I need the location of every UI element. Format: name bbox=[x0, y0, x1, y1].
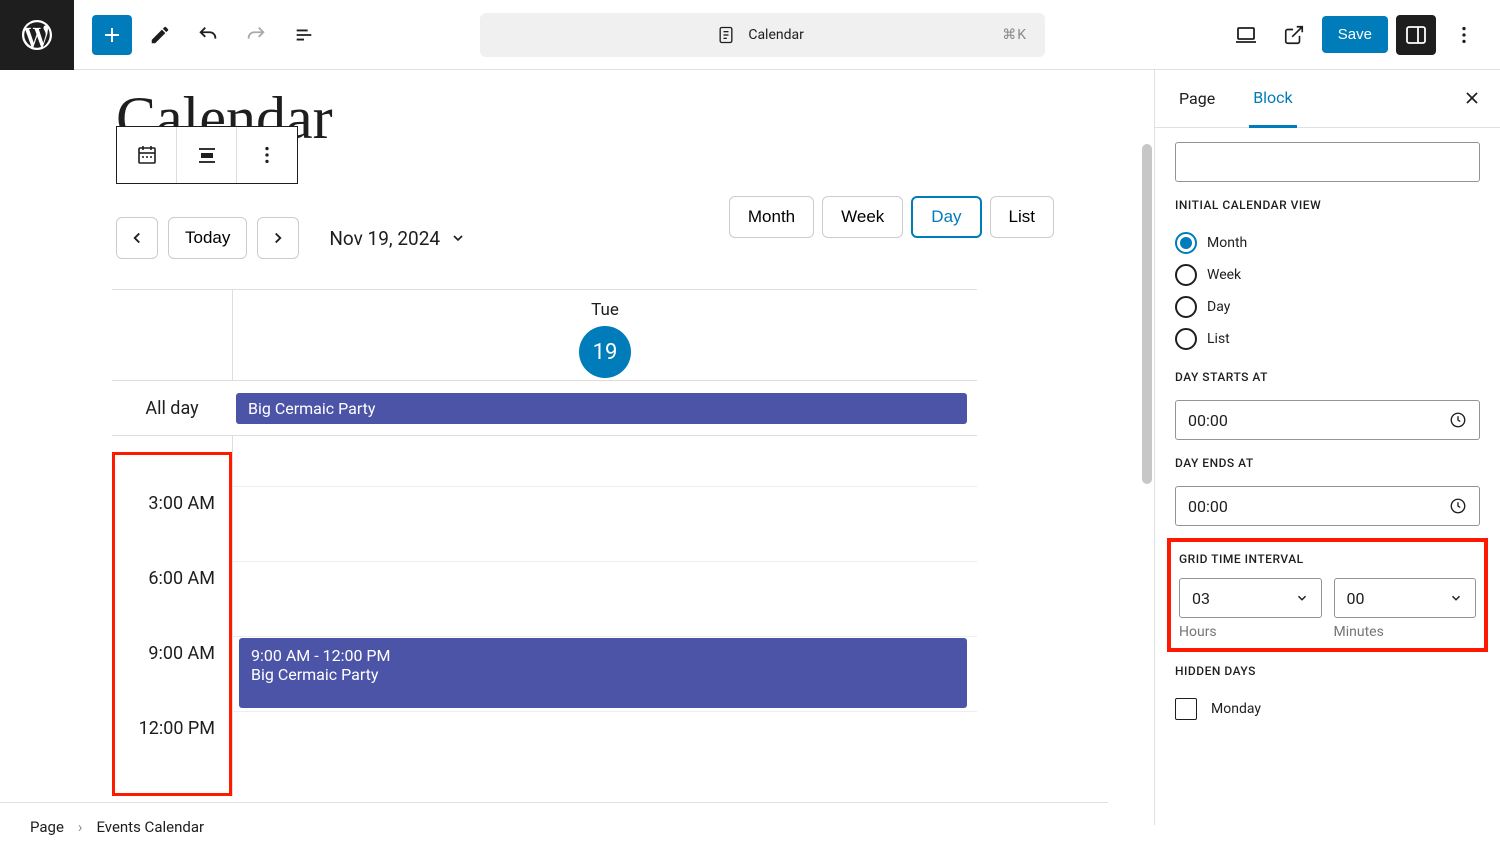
breadcrumb-page[interactable]: Page bbox=[30, 818, 64, 836]
radio-month[interactable]: Month bbox=[1175, 228, 1480, 258]
day-starts-input[interactable]: 00:00 bbox=[1175, 400, 1480, 440]
main-area: Calendar Today bbox=[0, 70, 1500, 825]
clock-icon bbox=[1449, 497, 1467, 515]
grid-interval-section: Grid Time Interval 03 Hours 00 bbox=[1167, 538, 1488, 652]
tab-page[interactable]: Page bbox=[1175, 71, 1219, 126]
chevron-down-icon bbox=[450, 230, 466, 246]
hours-label: Hours bbox=[1179, 624, 1322, 640]
topbar-left-tools bbox=[74, 15, 324, 55]
edit-tool-button[interactable] bbox=[140, 15, 180, 55]
allday-event[interactable]: Big Cermaic Party bbox=[236, 393, 967, 424]
device-preview-button[interactable] bbox=[1226, 15, 1266, 55]
list-icon bbox=[293, 24, 315, 46]
block-type-button[interactable] bbox=[117, 127, 177, 183]
view-page-button[interactable] bbox=[1274, 15, 1314, 55]
chevron-right-icon bbox=[269, 229, 287, 247]
options-button[interactable] bbox=[1444, 15, 1484, 55]
pencil-icon bbox=[149, 24, 171, 46]
current-date-label: Nov 19, 2024 bbox=[329, 227, 440, 250]
redo-button[interactable] bbox=[236, 15, 276, 55]
calendar-block-icon bbox=[135, 143, 159, 167]
close-icon bbox=[1462, 88, 1482, 108]
sidebar-icon bbox=[1404, 23, 1428, 47]
shortcut-hint: ⌘K bbox=[1002, 27, 1027, 43]
section-initial-view-label: Initial Calendar View bbox=[1175, 198, 1480, 212]
view-list-button[interactable]: List bbox=[990, 196, 1054, 238]
wordpress-icon bbox=[19, 17, 55, 53]
settings-panel: Page Block Initial Calendar View Month W… bbox=[1155, 70, 1500, 825]
radio-day[interactable]: Day bbox=[1175, 292, 1480, 322]
breadcrumb-block[interactable]: Events Calendar bbox=[96, 818, 204, 836]
undo-button[interactable] bbox=[188, 15, 228, 55]
day-column-header: Tue 19 bbox=[232, 290, 977, 380]
view-week-button[interactable]: Week bbox=[822, 196, 903, 238]
section-day-ends-label: Day Ends At bbox=[1175, 456, 1480, 470]
editor-canvas: Calendar Today bbox=[0, 70, 1155, 825]
event-time: 9:00 AM - 12:00 PM bbox=[251, 646, 955, 665]
save-button[interactable]: Save bbox=[1322, 16, 1388, 53]
view-month-button[interactable]: Month bbox=[729, 196, 814, 238]
hidden-day-monday-checkbox[interactable]: Monday bbox=[1175, 694, 1480, 724]
chevron-down-icon bbox=[1449, 591, 1463, 605]
kebab-icon bbox=[256, 144, 278, 166]
next-button[interactable] bbox=[257, 217, 299, 259]
radio-list[interactable]: List bbox=[1175, 324, 1480, 354]
time-label: 9:00 AM bbox=[148, 643, 215, 664]
external-link-icon bbox=[1283, 24, 1305, 46]
today-button[interactable]: Today bbox=[168, 217, 247, 259]
document-overview-button[interactable] bbox=[284, 15, 324, 55]
interval-hours-select[interactable]: 03 bbox=[1179, 578, 1322, 618]
view-day-button[interactable]: Day bbox=[911, 196, 981, 238]
doc-title: Calendar bbox=[716, 25, 804, 45]
section-grid-interval-label: Grid Time Interval bbox=[1179, 552, 1476, 566]
breadcrumb: Page › Events Calendar bbox=[0, 802, 1108, 850]
allday-label: All day bbox=[112, 398, 232, 419]
chevron-left-icon bbox=[128, 229, 146, 247]
time-label: 6:00 AM bbox=[148, 568, 215, 589]
interval-minutes-select[interactable]: 00 bbox=[1334, 578, 1477, 618]
redo-icon bbox=[245, 24, 267, 46]
minutes-label: Minutes bbox=[1334, 624, 1477, 640]
breadcrumb-separator: › bbox=[78, 818, 83, 836]
section-day-starts-label: Day Starts At bbox=[1175, 370, 1480, 384]
view-switcher: Month Week Day List bbox=[729, 196, 1054, 238]
undo-icon bbox=[197, 24, 219, 46]
wp-logo[interactable] bbox=[0, 0, 74, 70]
time-label: 3:00 AM bbox=[148, 493, 215, 514]
weekday-label: Tue bbox=[233, 300, 977, 320]
calendar-grid: Tue 19 All day Big Cermaic Party 3:00 AM… bbox=[112, 289, 977, 825]
topbar: Calendar ⌘K Save bbox=[0, 0, 1500, 70]
prev-button[interactable] bbox=[116, 217, 158, 259]
settings-toggle-button[interactable] bbox=[1396, 15, 1436, 55]
radio-week[interactable]: Week bbox=[1175, 260, 1480, 290]
date-picker[interactable]: Nov 19, 2024 bbox=[329, 227, 466, 250]
kebab-icon bbox=[1453, 24, 1475, 46]
close-settings-button[interactable] bbox=[1462, 88, 1482, 108]
settings-tabs: Page Block bbox=[1155, 70, 1500, 128]
chevron-down-icon bbox=[1295, 591, 1309, 605]
time-slots[interactable]: 9:00 AM - 12:00 PM Big Cermaic Party bbox=[232, 436, 977, 796]
block-toolbar bbox=[116, 126, 298, 184]
block-align-button[interactable] bbox=[177, 127, 237, 183]
plus-icon bbox=[100, 23, 124, 47]
align-icon bbox=[195, 143, 219, 167]
day-ends-input[interactable]: 00:00 bbox=[1175, 486, 1480, 526]
page-icon bbox=[716, 25, 736, 45]
time-label: 12:00 PM bbox=[139, 718, 215, 739]
editor-scrollbar[interactable] bbox=[1140, 70, 1154, 670]
day-number-badge[interactable]: 19 bbox=[579, 326, 631, 378]
topbar-right-tools: Save bbox=[1226, 15, 1484, 55]
laptop-icon bbox=[1234, 23, 1258, 47]
document-bar[interactable]: Calendar ⌘K bbox=[480, 13, 1045, 57]
event-title: Big Cermaic Party bbox=[251, 665, 955, 684]
add-block-button[interactable] bbox=[92, 15, 132, 55]
clock-icon bbox=[1449, 411, 1467, 429]
block-more-button[interactable] bbox=[237, 127, 297, 183]
time-gutter: 3:00 AM 6:00 AM 9:00 AM 12:00 PM bbox=[112, 452, 232, 796]
settings-text-input[interactable] bbox=[1175, 142, 1480, 182]
calendar-event[interactable]: 9:00 AM - 12:00 PM Big Cermaic Party bbox=[239, 638, 967, 708]
tab-block[interactable]: Block bbox=[1249, 70, 1296, 128]
section-hidden-days-label: Hidden Days bbox=[1175, 664, 1480, 678]
